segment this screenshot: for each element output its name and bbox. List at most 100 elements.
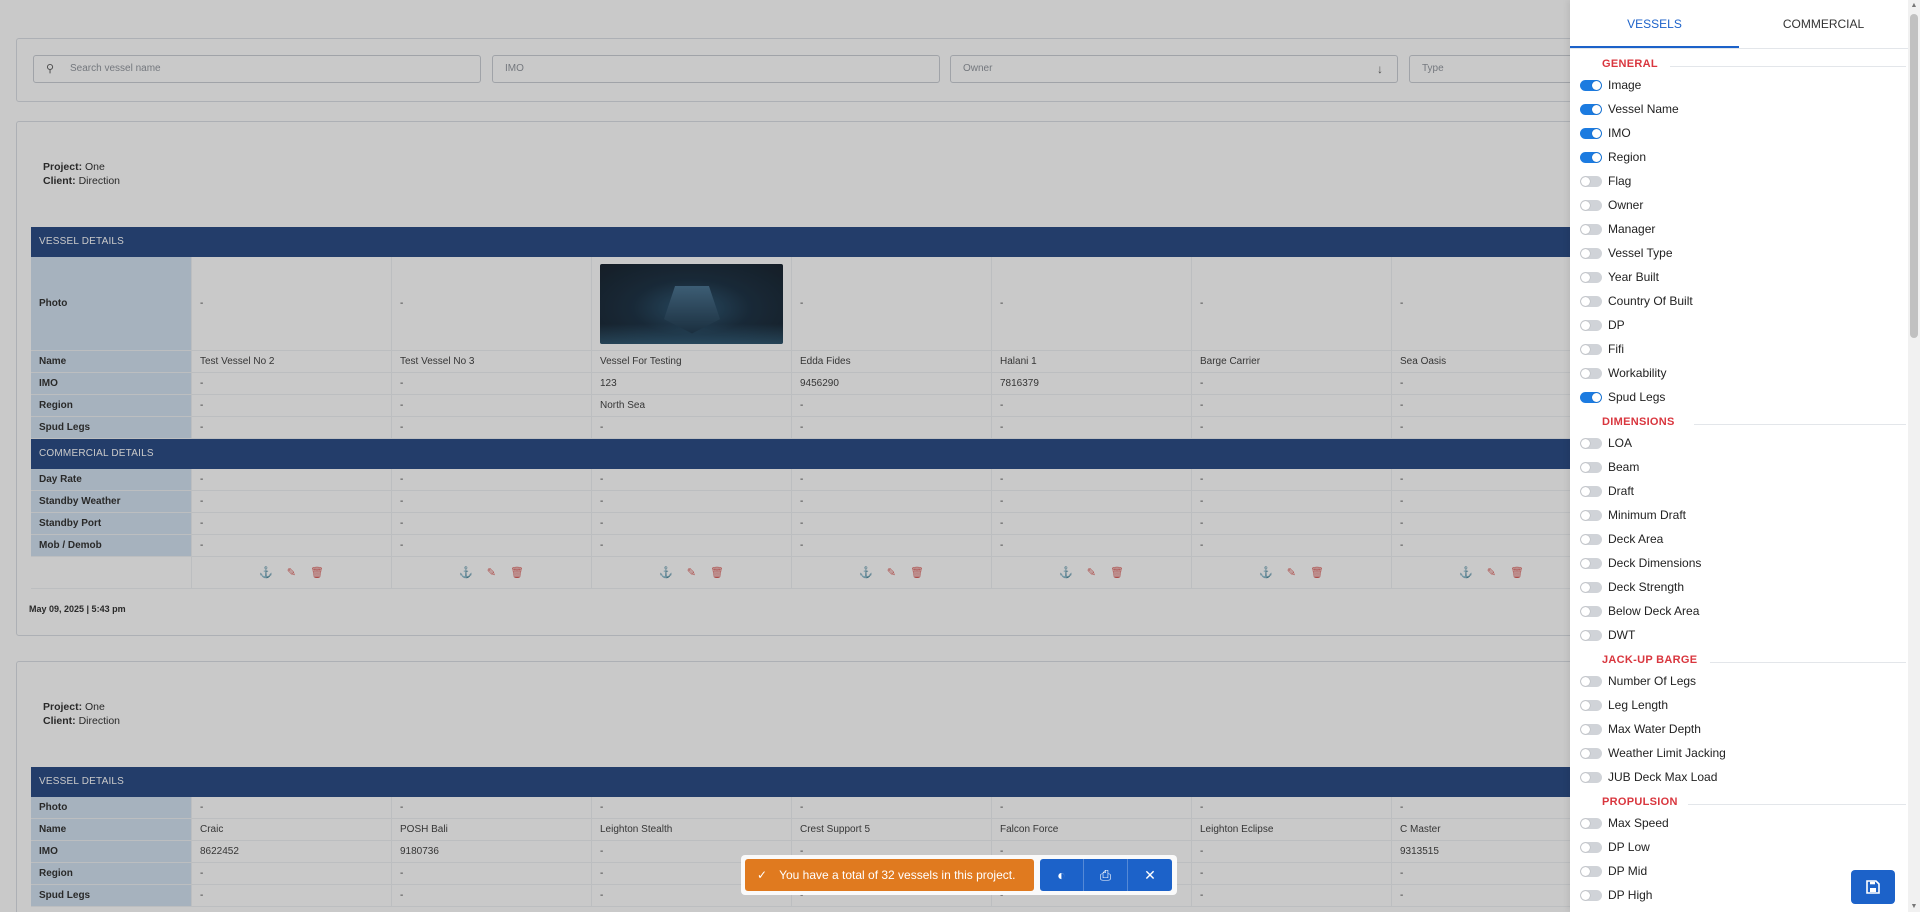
column-option[interactable]: Image — [1580, 76, 1641, 94]
option-label: Max Speed — [1608, 816, 1669, 830]
option-label: Workability — [1608, 366, 1667, 380]
option-label: Beam — [1608, 460, 1640, 474]
toggle-switch[interactable] — [1580, 295, 1602, 307]
column-option[interactable]: Weather Limit Jacking — [1580, 744, 1726, 762]
column-option[interactable]: JUB Deck Max Load — [1580, 768, 1717, 786]
panel-scrollbar[interactable]: ▲ ▼ — [1908, 0, 1920, 912]
column-option[interactable]: Deck Dimensions — [1580, 554, 1701, 572]
column-option[interactable]: Number Of Legs — [1580, 672, 1696, 690]
scroll-thumb[interactable] — [1910, 14, 1918, 338]
option-label: Year Built — [1608, 270, 1659, 284]
toggle-switch[interactable] — [1580, 461, 1602, 473]
column-option[interactable]: Vessel Type — [1580, 244, 1673, 262]
option-label: Country Of Built — [1608, 294, 1693, 308]
toggle-columns-button[interactable]: ◐ — [1040, 859, 1084, 891]
column-option[interactable]: Region — [1580, 148, 1646, 166]
column-option[interactable]: IMO — [1580, 124, 1631, 142]
toggle-switch[interactable] — [1580, 865, 1602, 877]
column-option[interactable]: Max Water Depth — [1580, 720, 1701, 738]
toggle-switch[interactable] — [1580, 271, 1602, 283]
toggle-switch[interactable] — [1580, 629, 1602, 641]
column-option[interactable]: DP Low — [1580, 838, 1650, 856]
toggle-switch[interactable] — [1580, 79, 1602, 91]
option-label: Weather Limit Jacking — [1608, 746, 1726, 760]
toggle-switch[interactable] — [1580, 557, 1602, 569]
modal-backdrop[interactable] — [0, 0, 1570, 912]
toggle-switch[interactable] — [1580, 343, 1602, 355]
tab-vessels[interactable]: VESSELS — [1570, 0, 1739, 48]
column-option[interactable]: Workability — [1580, 364, 1666, 382]
print-button[interactable]: ⎙ — [1084, 859, 1128, 891]
column-option[interactable]: DP — [1580, 316, 1625, 334]
column-option[interactable]: LOA — [1580, 434, 1632, 452]
column-option[interactable]: Flag — [1580, 172, 1631, 190]
group-title: JACK-UP BARGE — [1602, 654, 1698, 666]
toggle-switch[interactable] — [1580, 367, 1602, 379]
save-icon — [1866, 880, 1880, 894]
column-option[interactable]: Max Speed — [1580, 814, 1669, 832]
option-label: Leg Length — [1608, 698, 1669, 712]
column-option[interactable]: DP Mid — [1580, 862, 1647, 880]
toggle-switch[interactable] — [1580, 889, 1602, 901]
toggle-switch[interactable] — [1580, 127, 1602, 139]
option-label: Region — [1608, 150, 1647, 164]
column-option[interactable]: Deck Strength — [1580, 578, 1684, 596]
column-option[interactable]: DWT — [1580, 626, 1635, 644]
column-option[interactable]: Leg Length — [1580, 696, 1668, 714]
column-option[interactable]: DP High — [1580, 886, 1652, 904]
toggle-switch[interactable] — [1580, 533, 1602, 545]
toggle-switch[interactable] — [1580, 485, 1602, 497]
save-button[interactable] — [1851, 870, 1895, 904]
check-circle-icon: ✓ — [757, 868, 768, 882]
print-icon: ⎙ — [1099, 866, 1112, 883]
option-label: Owner — [1608, 198, 1644, 212]
column-option[interactable]: Draft — [1580, 482, 1634, 500]
column-option[interactable]: Manager — [1580, 220, 1655, 238]
column-settings-panel: VESSELS COMMERCIAL GENERAL Image Vessel Na… — [1570, 0, 1920, 912]
toggle-switch[interactable] — [1580, 223, 1602, 235]
toggle-switch[interactable] — [1580, 723, 1602, 735]
group-title: DIMENSIONS — [1602, 416, 1675, 428]
column-option[interactable]: Below Deck Area — [1580, 602, 1699, 620]
toggle-switch[interactable] — [1580, 151, 1602, 163]
toggle-switch[interactable] — [1580, 319, 1602, 331]
column-option[interactable]: Spud Legs — [1580, 388, 1665, 406]
tab-commercial[interactable]: COMMERCIAL — [1739, 0, 1908, 48]
toggle-icon: ◐ — [1057, 867, 1066, 883]
option-label: IMO — [1608, 126, 1631, 140]
column-option[interactable]: Owner — [1580, 196, 1643, 214]
close-button[interactable]: ✕ — [1128, 859, 1172, 891]
option-label: Image — [1608, 78, 1642, 92]
toggle-switch[interactable] — [1580, 247, 1602, 259]
option-label: DP Low — [1608, 840, 1650, 854]
column-option[interactable]: Deck Area — [1580, 530, 1663, 548]
toggle-switch[interactable] — [1580, 699, 1602, 711]
column-option[interactable]: Year Built — [1580, 268, 1659, 286]
scroll-down-icon[interactable]: ▼ — [1910, 903, 1918, 910]
toggle-switch[interactable] — [1580, 175, 1602, 187]
toggle-switch[interactable] — [1580, 199, 1602, 211]
group-title: PROPULSION — [1602, 796, 1678, 808]
option-label: DP Mid — [1608, 864, 1648, 878]
toggle-switch[interactable] — [1580, 509, 1602, 521]
toggle-switch[interactable] — [1580, 605, 1602, 617]
group-divider — [1688, 804, 1906, 805]
column-option[interactable]: Country Of Built — [1580, 292, 1693, 310]
toggle-switch[interactable] — [1580, 437, 1602, 449]
option-label: Deck Strength — [1608, 580, 1685, 594]
toggle-switch[interactable] — [1580, 391, 1602, 403]
toggle-switch[interactable] — [1580, 747, 1602, 759]
option-label: Draft — [1608, 484, 1635, 498]
toggle-switch[interactable] — [1580, 771, 1602, 783]
toggle-switch[interactable] — [1580, 103, 1602, 115]
scroll-up-icon[interactable]: ▲ — [1910, 2, 1918, 9]
column-option[interactable]: Vessel Name — [1580, 100, 1679, 118]
toggle-switch[interactable] — [1580, 581, 1602, 593]
toggle-switch[interactable] — [1580, 841, 1602, 853]
toggle-switch[interactable] — [1580, 817, 1602, 829]
column-option[interactable]: Minimum Draft — [1580, 506, 1686, 524]
toast-message: You have a total of 32 vessels in this p… — [779, 868, 1016, 882]
column-option[interactable]: Fifi — [1580, 340, 1624, 358]
column-option[interactable]: Beam — [1580, 458, 1639, 476]
toggle-switch[interactable] — [1580, 675, 1602, 687]
